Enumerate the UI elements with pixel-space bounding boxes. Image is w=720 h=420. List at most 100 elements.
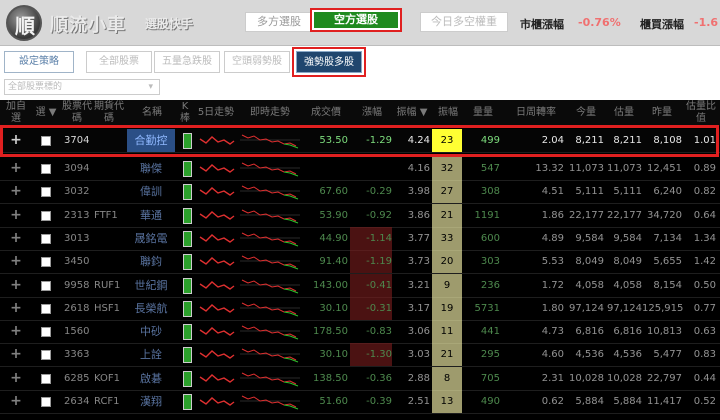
row-checkbox[interactable] — [41, 210, 51, 221]
table-row[interactable]: +3450 聯鈞 91.40 -1.19 3.73 20 303 5.53 8,049 8,049… — [0, 250, 720, 275]
cell-change: -1.14 — [350, 226, 392, 250]
table-row[interactable]: +3363 上詮 30.10 -1.30 3.03 21 295 4.60 4,536 4,536… — [0, 343, 720, 368]
col-vol2[interactable]: 估量 — [606, 100, 642, 126]
cell-count: 21 — [432, 343, 462, 367]
table-row[interactable]: +1560 中砂 178.50 -0.83 3.06 11 441 4.73 6,816 6,81… — [0, 320, 720, 345]
cell-vol1: 97,124 — [569, 302, 604, 314]
cell-name[interactable]: 華通 — [127, 204, 175, 227]
five-day-sparkline — [199, 350, 235, 360]
cell-vol3: 34,720 — [647, 209, 682, 221]
col-vol3[interactable]: 昨量 — [644, 100, 680, 126]
col-code[interactable]: 股票代碼 — [62, 100, 92, 126]
add-watchlist-icon[interactable]: + — [6, 320, 26, 343]
cell-name[interactable]: 中砂 — [127, 320, 175, 343]
col-turnover[interactable]: 日周轉率 — [506, 100, 566, 126]
all-stocks-button[interactable]: 全部股票 — [86, 51, 152, 73]
cell-price: 51.60 — [319, 396, 348, 407]
table-row[interactable]: +9958 RUF1 世紀鋼 143.00 -0.41 3.21 9 236 1.72 4,058… — [0, 273, 720, 298]
app-subtitle: 選股快手 — [145, 17, 194, 31]
five-day-sparkline — [199, 280, 235, 290]
row-checkbox[interactable] — [41, 397, 51, 407]
col-count[interactable]: 振幅 — [432, 100, 464, 126]
cell-price: 53.90 — [319, 209, 348, 221]
col-trend[interactable]: 即時走勢 — [240, 100, 300, 126]
table-row[interactable]: +3032 偉訓 67.60 -0.29 3.98 27 308 4.51 5,111 5,111… — [0, 180, 720, 205]
cell-futures: RCF1 — [94, 396, 120, 407]
col-name[interactable]: 名稱 — [128, 100, 176, 126]
cell-volume: 705 — [480, 372, 500, 384]
cell-futures — [94, 250, 126, 273]
cell-name[interactable]: 上詮 — [127, 343, 175, 366]
add-watchlist-icon[interactable]: + — [6, 227, 26, 250]
cell-vol3: 12,451 — [647, 163, 682, 174]
row-checkbox[interactable] — [41, 136, 51, 146]
cell-name[interactable]: 偉訓 — [127, 180, 175, 203]
row-checkbox[interactable] — [41, 164, 51, 174]
add-watchlist-icon[interactable]: + — [6, 157, 26, 180]
bear-weak-button[interactable]: 空頭弱勢股 — [224, 51, 290, 73]
col-ratio[interactable]: 估量比值 — [684, 100, 718, 126]
cell-name[interactable]: 漢翔 — [127, 390, 175, 413]
cell-count: 21 — [432, 203, 462, 227]
long-mode-button[interactable]: 多方選股 — [245, 12, 313, 32]
add-watchlist-icon[interactable]: + — [6, 297, 26, 320]
cell-volume: 600 — [480, 232, 500, 244]
add-watchlist-icon[interactable]: + — [6, 180, 26, 203]
candle-bar — [183, 207, 192, 224]
col-vol1[interactable]: 今量 — [568, 100, 604, 126]
cell-volume: 5731 — [474, 302, 500, 314]
col-add[interactable]: 加自選 — [2, 100, 30, 126]
candle-bar — [183, 277, 192, 294]
add-watchlist-icon[interactable]: + — [6, 274, 26, 297]
add-watchlist-icon[interactable]: + — [6, 204, 26, 227]
cell-name[interactable]: 啟碁 — [127, 367, 175, 390]
row-checkbox[interactable] — [41, 327, 51, 338]
col-price[interactable]: 成交價 — [302, 100, 350, 126]
add-watchlist-icon[interactable]: + — [6, 343, 26, 366]
settings-button[interactable]: 設定策略 — [4, 51, 74, 73]
add-watchlist-icon[interactable]: + — [6, 129, 26, 152]
short-mode-button[interactable]: 空方選股 — [314, 12, 398, 28]
row-checkbox[interactable] — [41, 233, 51, 244]
cell-vol3: 11,417 — [647, 396, 682, 407]
row-checkbox[interactable] — [41, 373, 51, 384]
table-row[interactable]: +2313 FTF1 華通 53.90 -0.92 3.86 21 1191 1.86 22,17… — [0, 203, 720, 228]
row-checkbox[interactable] — [41, 280, 51, 291]
col-amp[interactable]: 振幅 ▼ — [394, 100, 430, 126]
cell-name[interactable]: 長榮航 — [127, 297, 175, 320]
cell-name[interactable]: 合勤控 — [127, 129, 175, 152]
table-row[interactable]: +3094 聯傑 4.16 32 547 13.32 11,073 11,073 12,451 0… — [0, 157, 720, 181]
five-day-sparkline — [199, 187, 235, 197]
cell-name[interactable]: 聯鈞 — [127, 250, 175, 273]
col-k[interactable]: K棒 — [178, 100, 192, 126]
cell-amp: 4.16 — [407, 163, 430, 174]
top-bar: 順 順流小車 選股快手 多方選股 空方選股 今日多空權重 市櫃漲幅 -0.76%… — [0, 0, 720, 46]
table-row[interactable]: +3013 晟銘電 44.90 -1.14 3.77 33 600 4.89 9,584 9,58… — [0, 226, 720, 251]
col-change[interactable]: 漲幅 — [352, 100, 392, 126]
intraday-sparkline — [240, 255, 300, 270]
col-check[interactable]: 選 ▼ — [32, 100, 60, 126]
row-checkbox[interactable] — [41, 257, 51, 268]
add-watchlist-icon[interactable]: + — [6, 367, 26, 390]
cell-name[interactable]: 聯傑 — [127, 157, 175, 180]
add-watchlist-icon[interactable]: + — [6, 390, 26, 413]
add-watchlist-icon[interactable]: + — [6, 250, 26, 273]
cell-vol1: 6,816 — [575, 326, 604, 338]
col-volume[interactable]: 量量 — [466, 100, 500, 126]
stock-filter-select[interactable]: 全部股票標的 ▾ — [4, 79, 160, 95]
row-checkbox[interactable] — [41, 303, 51, 314]
table-row[interactable]: +2634 RCF1 漢翔 51.60 -0.39 2.51 13 490 0.62 5,884 5… — [0, 390, 720, 414]
volume-drop-button[interactable]: 五量急跌股 — [154, 51, 220, 73]
col-futures[interactable]: 期貨代碼 — [94, 100, 124, 126]
cell-name[interactable]: 世紀鋼 — [127, 274, 175, 297]
cell-turnover: 0.62 — [541, 396, 564, 407]
row-checkbox[interactable] — [41, 350, 51, 361]
weight-mode-button[interactable]: 今日多空權重 — [420, 12, 508, 32]
cell-name[interactable]: 晟銘電 — [127, 227, 175, 250]
table-row[interactable]: +3704 合勤控 53.50 -1.29 4.24 23 499 2.04 8,211 8,21… — [0, 129, 720, 153]
table-row[interactable]: +6285 KOF1 啟碁 138.50 -0.36 2.88 8 705 2.31 10,028… — [0, 366, 720, 391]
row-checkbox[interactable] — [41, 187, 51, 198]
strong-stock-button[interactable]: 強勢股多股 — [296, 51, 362, 73]
table-row[interactable]: +2618 HSF1 長榮航 30.10 -0.31 3.17 19 5731 1.80 97,1… — [0, 296, 720, 321]
col-trend5[interactable]: 5日走勢 — [196, 100, 236, 126]
